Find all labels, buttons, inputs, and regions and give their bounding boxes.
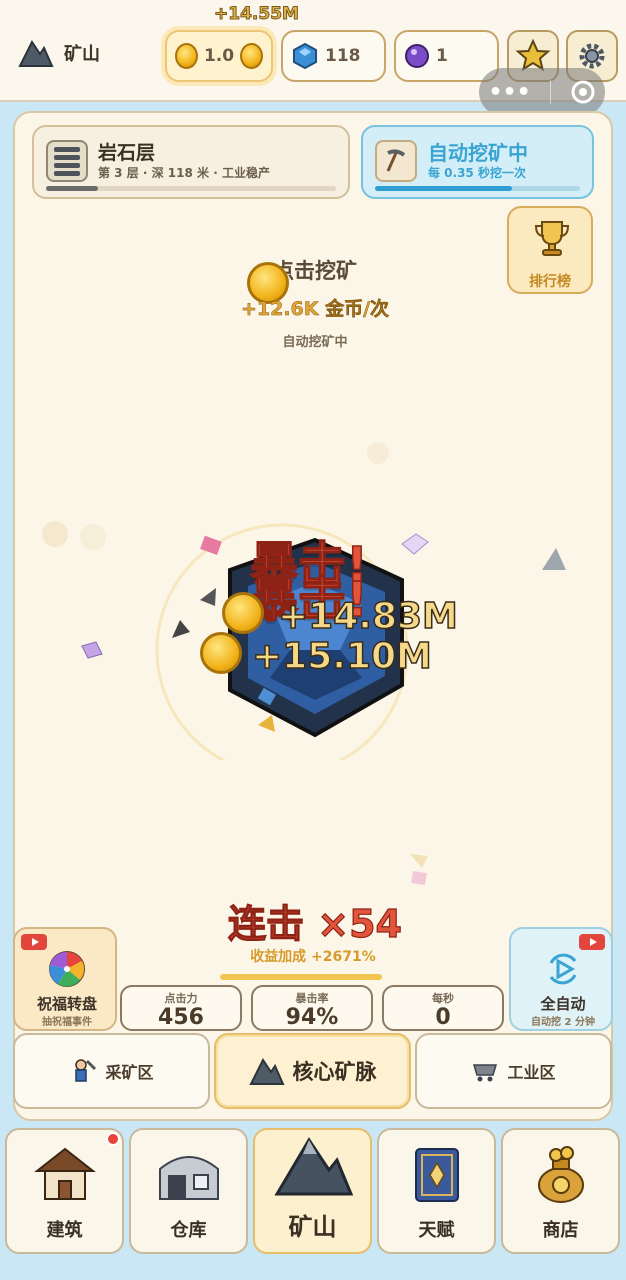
money-bag-icon bbox=[537, 1146, 584, 1203]
video-ad-icon bbox=[579, 934, 605, 950]
floating-gain-text: +14.55M bbox=[214, 4, 300, 25]
layer-progress-fill bbox=[46, 186, 99, 191]
trophy-icon bbox=[534, 221, 570, 256]
close-target-icon[interactable] bbox=[570, 79, 596, 105]
nav-label: 天赋 bbox=[418, 1220, 455, 1241]
refresh-play-icon bbox=[549, 953, 577, 985]
video-ad-icon bbox=[21, 934, 47, 950]
zone-tab-core-vein[interactable]: 核心矿脉 bbox=[214, 1033, 411, 1109]
nav-shop[interactable]: 商店 bbox=[501, 1128, 620, 1254]
nav-buildings[interactable]: 建筑 bbox=[5, 1128, 124, 1254]
tap-status-text: 自动挖矿中 bbox=[282, 335, 348, 350]
zone-tab-label: 采矿区 bbox=[105, 1063, 154, 1082]
nav-label: 商店 bbox=[542, 1220, 579, 1241]
mine-cart-icon bbox=[473, 1064, 498, 1082]
layer-subtitle: 第 3 层 · 深 118 米 · 工业稳产 bbox=[98, 166, 270, 180]
coin-value: 1.0 bbox=[203, 46, 235, 66]
combo-timer-bar bbox=[220, 974, 382, 980]
orb-value: 1 bbox=[436, 46, 448, 66]
sparkle-bubble bbox=[80, 524, 106, 550]
combo-bonus-text: 收益加成 +2671% bbox=[250, 949, 376, 965]
tap-income-text: +12.6K 金币/次 bbox=[240, 298, 390, 321]
house-icon bbox=[33, 1147, 96, 1200]
mountain-icon bbox=[248, 1058, 285, 1085]
nav-mine[interactable]: 矿山 bbox=[253, 1128, 372, 1254]
gem-balance[interactable]: 118 bbox=[281, 30, 386, 82]
more-icon[interactable]: ••• bbox=[488, 80, 530, 105]
wheel-title: 祝福转盘 bbox=[36, 995, 97, 1013]
layer-title: 岩石层 bbox=[98, 142, 156, 164]
nav-label: 仓库 bbox=[170, 1220, 207, 1241]
coin-icon bbox=[240, 43, 263, 69]
coin-icon bbox=[175, 43, 198, 69]
gem-value: 118 bbox=[325, 46, 361, 66]
stat-label: 暴击率 bbox=[295, 992, 329, 1005]
coin-balance[interactable]: 1.0 bbox=[165, 30, 273, 82]
wheel-subtitle: 抽祝福事件 bbox=[42, 1017, 92, 1028]
zone-tab-mining[interactable]: 采矿区 bbox=[13, 1033, 210, 1109]
stat-value: 456 bbox=[158, 1005, 204, 1030]
auto-mining-subtitle: 每 0.35 秒挖一次 bbox=[428, 166, 526, 180]
rock-shard bbox=[542, 548, 566, 570]
notification-dot bbox=[106, 1132, 120, 1146]
full-auto-title: 全自动 bbox=[540, 995, 586, 1013]
stat-tap-power: 点击力 456 bbox=[120, 985, 242, 1031]
stat-value: 94% bbox=[285, 1005, 339, 1030]
miner-icon bbox=[75, 1059, 97, 1082]
mini-program-capsule[interactable]: ••• bbox=[479, 68, 605, 116]
crystal-shard bbox=[410, 854, 428, 886]
nav-talents[interactable]: 天赋 bbox=[377, 1128, 496, 1254]
full-auto-button[interactable]: 全自动 自动挖 2 分钟 bbox=[509, 927, 613, 1031]
coin-icon bbox=[200, 632, 242, 678]
crystal-shard bbox=[81, 641, 103, 659]
mountain-icon bbox=[273, 1137, 353, 1196]
layer-progress-bar bbox=[46, 186, 336, 191]
stat-label: 点击力 bbox=[164, 992, 198, 1005]
blessing-wheel-button[interactable]: 祝福转盘 抽祝福事件 bbox=[13, 927, 117, 1031]
warehouse-icon bbox=[158, 1156, 219, 1200]
blue-gem-icon bbox=[293, 42, 317, 70]
auto-progress-bar bbox=[375, 186, 580, 191]
crystal-shard bbox=[401, 533, 429, 555]
leaderboard-label: 排行榜 bbox=[529, 274, 571, 290]
prize-wheel-icon bbox=[49, 951, 85, 987]
sparkle-bubble bbox=[367, 442, 389, 464]
nav-label: 建筑 bbox=[46, 1220, 83, 1241]
zone-tab-label: 工业区 bbox=[507, 1063, 556, 1082]
auto-mining-title: 自动挖矿中 bbox=[428, 141, 528, 165]
rock-layers-icon bbox=[46, 140, 88, 182]
stat-value: 0 bbox=[435, 1005, 451, 1030]
combo-counter: 连击 ×54 bbox=[227, 901, 402, 946]
auto-progress-fill bbox=[375, 186, 513, 191]
nav-label: 矿山 bbox=[288, 1213, 337, 1241]
full-auto-subtitle: 自动挖 2 分钟 bbox=[531, 1017, 595, 1028]
zone-tab-industrial[interactable]: 工业区 bbox=[415, 1033, 612, 1109]
talent-book-icon bbox=[414, 1148, 459, 1202]
stat-crit-rate: 暴击率 94% bbox=[251, 985, 373, 1031]
orb-balance[interactable]: 1 bbox=[394, 30, 499, 82]
gain-popup-text: +14.83M bbox=[277, 595, 458, 638]
capsule-divider bbox=[549, 80, 551, 104]
nav-warehouse[interactable]: 仓库 bbox=[129, 1128, 248, 1254]
location-label: 矿山 bbox=[18, 38, 100, 68]
stat-per-second: 每秒 0 bbox=[382, 985, 504, 1031]
zone-tab-label: 核心矿脉 bbox=[292, 1060, 377, 1084]
purple-orb-icon bbox=[405, 44, 429, 68]
mountain-icon bbox=[18, 40, 54, 67]
gain-popup-text: +15.10M bbox=[251, 635, 432, 678]
pickaxe-icon bbox=[375, 140, 417, 182]
location-name: 矿山 bbox=[64, 44, 100, 65]
sparkle-bubble bbox=[42, 521, 68, 547]
stat-label: 每秒 bbox=[432, 992, 454, 1005]
